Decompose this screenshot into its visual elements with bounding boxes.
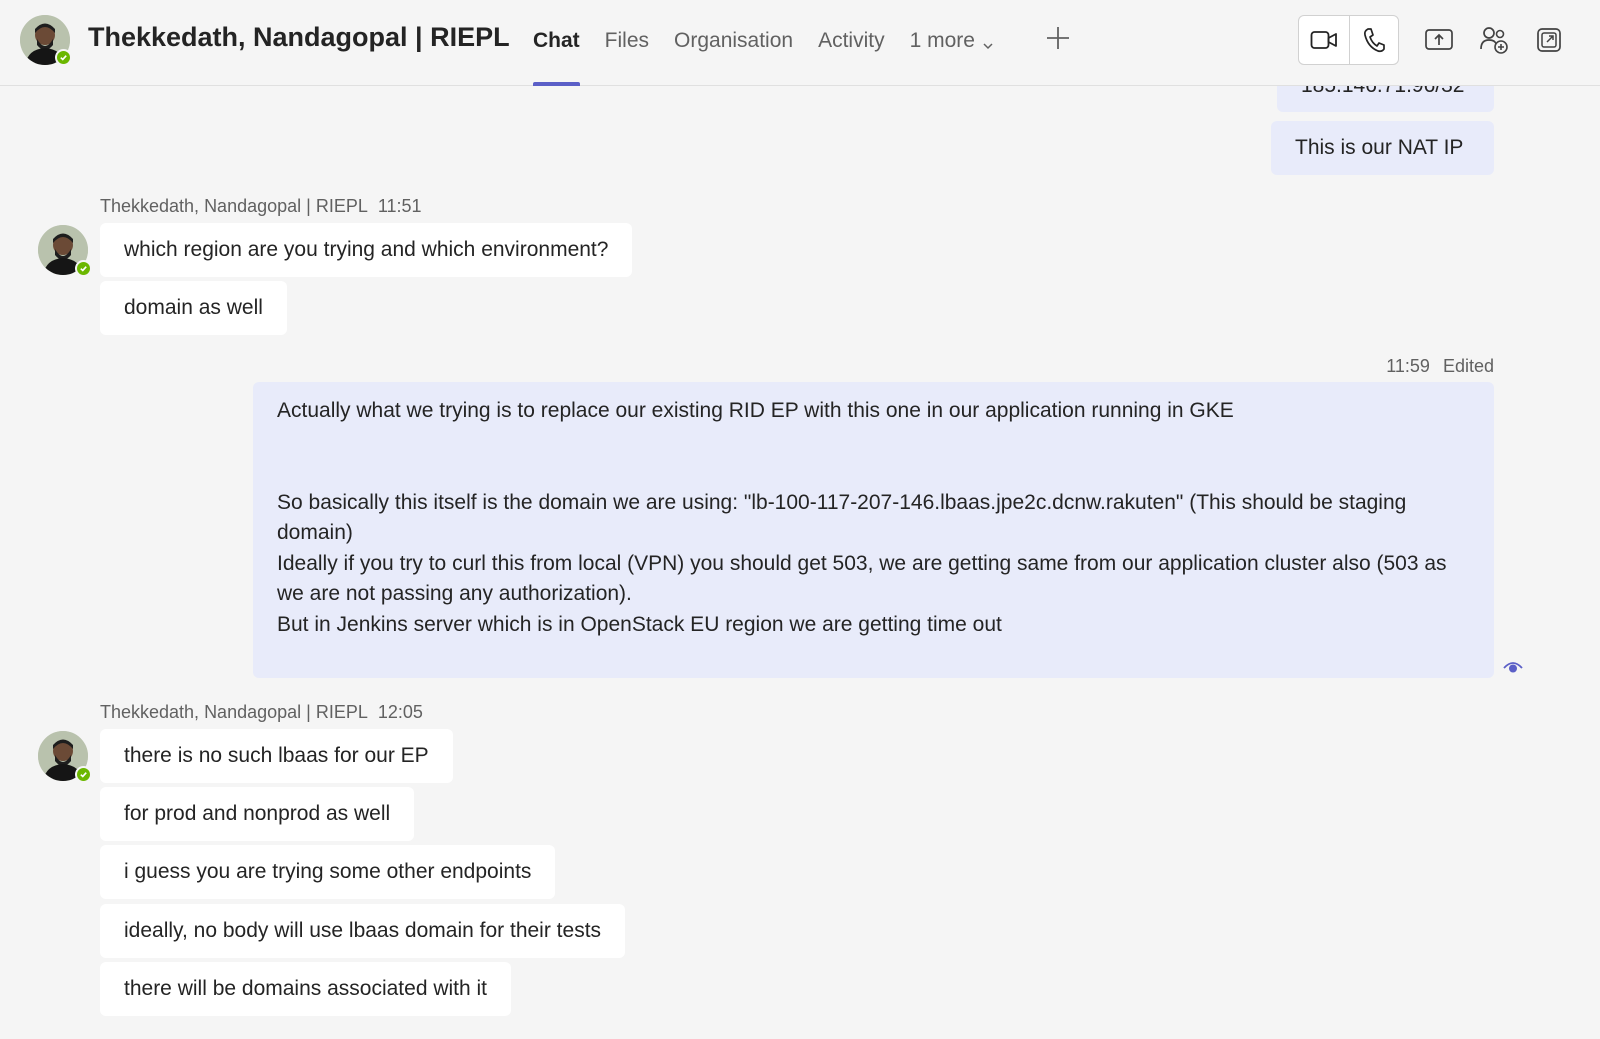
message-timestamp: 11:51 [377,196,422,216]
outgoing-message-partial[interactable]: 185.146.71.96/32 [1277,86,1494,112]
outgoing-message[interactable]: This is our NAT IP [1271,121,1494,175]
incoming-message[interactable]: ideally, no body will use lbaas domain f… [100,904,626,958]
outgoing-message[interactable]: Actually what we trying is to replace ou… [253,382,1494,678]
sender-name: Thekkedath, Nandagopal | RIEPL [100,702,368,722]
incoming-message[interactable]: for prod and nonprod as well [100,787,415,841]
presence-available-icon [75,766,92,783]
incoming-message[interactable]: which region are you trying and which en… [100,223,633,277]
incoming-message[interactable]: domain as well [100,281,287,335]
chat-title: Thekkedath, Nandagopal | RIEPL [88,22,510,52]
share-screen-icon[interactable] [1423,24,1455,56]
message-timestamp: 12:05 [377,702,423,722]
audio-call-icon[interactable] [1348,16,1399,64]
pop-out-icon[interactable] [1533,24,1565,56]
incoming-message[interactable]: there is no such lbaas for our EP [100,729,453,783]
message-line: But in Jenkins server which is in OpenSt… [277,612,1002,636]
contact-avatar[interactable] [20,15,72,66]
presence-available-icon [75,260,92,277]
message-line: Ideally if you try to curl this from loc… [277,551,1447,606]
message-list: 185.146.71.96/32 This is our NAT IP Thek… [0,86,1600,1039]
message-text: This is our NAT IP [1295,136,1464,159]
chevron-down-icon [981,35,995,59]
message-line: So basically this itself is the domain w… [277,490,1407,545]
tab-files[interactable]: Files [605,0,649,86]
incoming-message[interactable]: there will be domains associated with it [100,962,512,1016]
video-call-icon[interactable] [1299,16,1349,64]
sender-avatar[interactable] [38,225,92,277]
add-tab-icon[interactable] [1044,24,1072,52]
message-text: 185.146.71.96/32 [1301,86,1465,97]
message-header: 11:59 Edited [1386,356,1494,377]
sender-avatar[interactable] [38,731,92,783]
chat-header: Thekkedath, Nandagopal | RIEPL Chat File… [0,0,1600,86]
add-people-icon[interactable] [1478,24,1510,56]
message-timestamp: 11:59 [1386,356,1430,376]
call-buttons [1298,15,1399,65]
edited-label: Edited [1442,356,1494,376]
tab-more-label: 1 more [909,29,975,52]
message-line: Actually what we trying is to replace ou… [277,399,1234,422]
tab-activity[interactable]: Activity [818,0,885,86]
incoming-message[interactable]: i guess you are trying some other endpoi… [100,845,556,899]
message-header: Thekkedath, Nandagopal | RIEPL 12:05 [100,702,423,723]
message-header: Thekkedath, Nandagopal | RIEPL 11:51 [100,196,422,217]
tab-bar: Chat Files Organisation Activity 1 more [533,0,1020,86]
presence-available-icon [55,49,72,66]
tab-chat[interactable]: Chat [533,0,580,86]
seen-eye-icon [1503,660,1523,674]
sender-name: Thekkedath, Nandagopal | RIEPL [100,196,368,216]
tab-more[interactable]: 1 more [910,0,995,86]
tab-organisation[interactable]: Organisation [674,0,793,86]
